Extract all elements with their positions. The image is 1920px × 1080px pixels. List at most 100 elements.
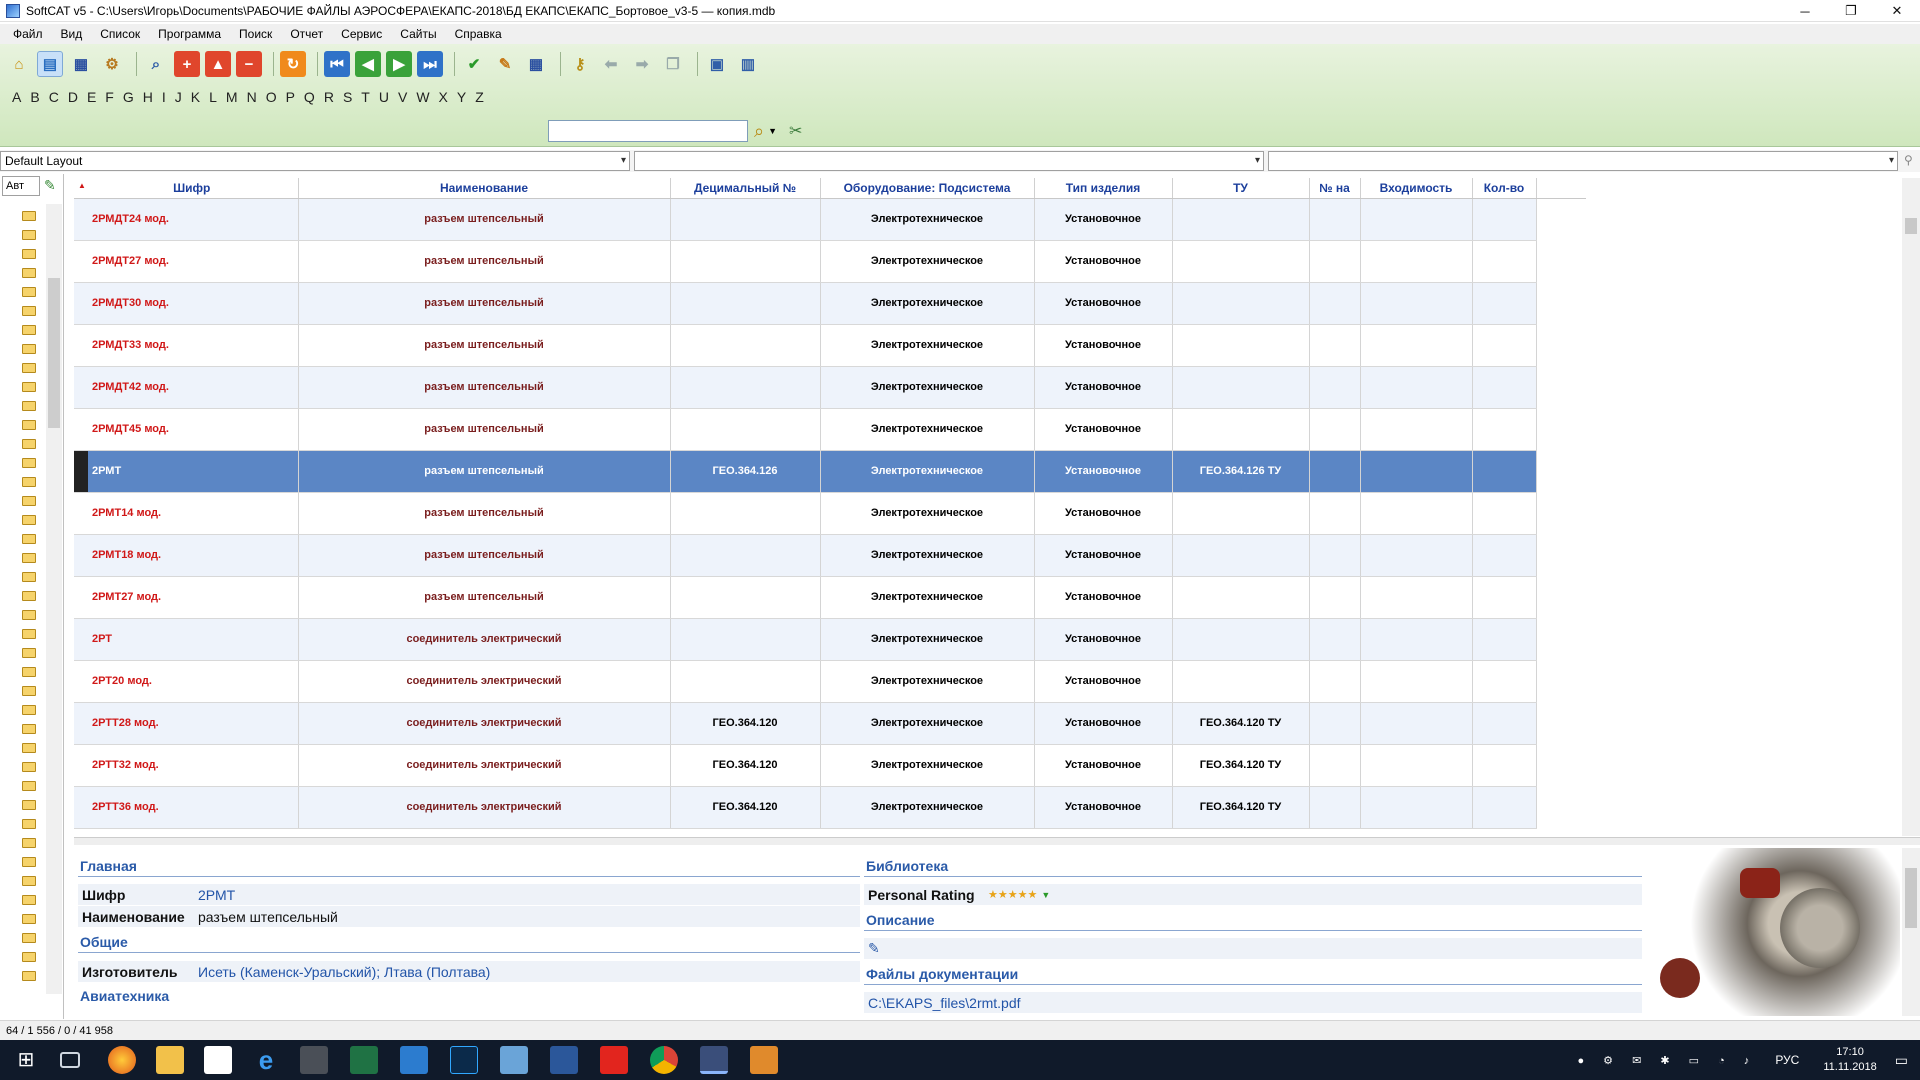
folder-icon[interactable]: [8, 282, 36, 301]
tray-icons[interactable]: ● ⚙ ✉ ✱ ▭ ◔ ♪: [1577, 1054, 1757, 1067]
folder-icon[interactable]: [8, 909, 36, 928]
menu-sites[interactable]: Сайты: [391, 27, 445, 41]
folder-icon[interactable]: [8, 244, 36, 263]
softcat-icon[interactable]: [700, 1046, 728, 1074]
grid-view-icon[interactable]: ▦: [523, 51, 549, 77]
task-view-icon[interactable]: [60, 1052, 80, 1068]
tool-app-icon[interactable]: [300, 1046, 328, 1074]
folder-icon[interactable]: [8, 928, 36, 947]
windows-icon[interactable]: ❐: [660, 51, 686, 77]
folder-icon[interactable]: [8, 852, 36, 871]
column-header-type[interactable]: Тип изделия: [1034, 178, 1173, 199]
alpha-letter[interactable]: I: [162, 89, 166, 105]
chrome-icon[interactable]: [650, 1046, 678, 1074]
alpha-letter[interactable]: F: [105, 89, 114, 105]
folder-icon[interactable]: [8, 263, 36, 282]
alpha-letter[interactable]: C: [49, 89, 59, 105]
field-code-value[interactable]: 2РМТ: [198, 887, 235, 903]
firefox-icon[interactable]: [108, 1046, 136, 1074]
table-row[interactable]: 2РМДТ30 мод. разъем штепсельный Электротех…: [74, 282, 1586, 325]
alpha-letter[interactable]: O: [266, 89, 277, 105]
menu-view[interactable]: Вид: [52, 27, 92, 41]
alpha-letter[interactable]: J: [175, 89, 182, 105]
clock[interactable]: 17:10 11.11.2018: [1823, 1045, 1876, 1075]
filter-select-1[interactable]: ▾: [634, 151, 1264, 171]
alpha-letter[interactable]: R: [324, 89, 334, 105]
folder-icon[interactable]: [8, 757, 36, 776]
column-header-name[interactable]: Наименование: [298, 178, 671, 199]
tree-scrollbar[interactable]: [46, 204, 62, 994]
table-row[interactable]: 2РМДТ24 мод. разъем штепсельный Электротех…: [74, 198, 1586, 241]
file-explorer-icon[interactable]: [156, 1046, 184, 1074]
folder-icon[interactable]: [8, 643, 36, 662]
menu-report[interactable]: Отчет: [281, 27, 332, 41]
alpha-letter[interactable]: L: [209, 89, 217, 105]
folder-icon[interactable]: [8, 510, 36, 529]
store-icon[interactable]: [204, 1046, 232, 1074]
key-icon[interactable]: ⚷: [567, 51, 593, 77]
folder-icon[interactable]: [8, 871, 36, 890]
details-scrollbar[interactable]: [1902, 848, 1920, 1016]
tree-filter-icon[interactable]: ✎: [44, 177, 56, 194]
menu-help[interactable]: Справка: [446, 27, 511, 41]
folder-icon[interactable]: [8, 396, 36, 415]
table-row-selected[interactable]: 2РМТ разъем штепсельный ГЕО.364.126 Электро…: [74, 450, 1586, 493]
alpha-letter[interactable]: K: [191, 89, 200, 105]
scrollbar-thumb[interactable]: [1905, 868, 1917, 928]
edit-note-icon[interactable]: ✎: [868, 940, 880, 957]
table-row[interactable]: 2РМТ14 мод. разъем штепсельный Электротехн…: [74, 492, 1586, 535]
up-red-icon[interactable]: ▲: [205, 51, 231, 77]
alpha-letter[interactable]: A: [12, 89, 21, 105]
clear-filter-icon[interactable]: ✂: [789, 121, 802, 141]
field-maker-value[interactable]: Исеть (Каменск-Уральский); Лтава (Полтав…: [198, 964, 490, 980]
table-row[interactable]: 2РТ соединитель электрический Электротехни…: [74, 618, 1586, 661]
folder-icon[interactable]: [8, 339, 36, 358]
rating-stars-icon[interactable]: ★★★★★: [988, 888, 1037, 901]
word-icon[interactable]: [550, 1046, 578, 1074]
alpha-letter[interactable]: U: [379, 89, 389, 105]
folder-icon[interactable]: [8, 567, 36, 586]
alpha-letter[interactable]: Y: [457, 89, 466, 105]
close-button[interactable]: ✕: [1874, 0, 1920, 22]
alpha-letter[interactable]: D: [68, 89, 78, 105]
folder-icon[interactable]: [8, 225, 36, 244]
prev-record-icon[interactable]: ◀: [355, 51, 381, 77]
table-row[interactable]: 2РТТ28 мод. соединитель электрический ГЕО.…: [74, 702, 1586, 745]
notifications-icon[interactable]: ▭: [1895, 1052, 1908, 1069]
folder-icon[interactable]: [8, 453, 36, 472]
folder-icon[interactable]: [8, 814, 36, 833]
app-icon[interactable]: [400, 1046, 428, 1074]
folder-icon[interactable]: [8, 890, 36, 909]
edge-icon[interactable]: e: [252, 1046, 280, 1074]
alpha-letter[interactable]: M: [226, 89, 238, 105]
folder-icon[interactable]: [8, 738, 36, 757]
folder-icon[interactable]: [8, 681, 36, 700]
pdf-icon[interactable]: [600, 1046, 628, 1074]
column-header-inclusion[interactable]: Входимость: [1360, 178, 1473, 199]
folder-icon[interactable]: [8, 434, 36, 453]
media-player-icon[interactable]: [750, 1046, 778, 1074]
table-row[interactable]: 2РМТ27 мод. разъем штепсельный Электротехн…: [74, 576, 1586, 619]
alpha-letter[interactable]: Z: [475, 89, 484, 105]
layout-select[interactable]: Default Layout ▾: [0, 151, 630, 171]
checkmark-icon[interactable]: ✔: [461, 51, 487, 77]
menu-service[interactable]: Сервис: [332, 27, 391, 41]
app-icon[interactable]: [500, 1046, 528, 1074]
folder-icon[interactable]: [8, 662, 36, 681]
chart-icon[interactable]: ▥: [735, 51, 761, 77]
menu-file[interactable]: Файл: [4, 27, 52, 41]
column-header-tu[interactable]: ТУ: [1172, 178, 1310, 199]
folder-icon[interactable]: [8, 358, 36, 377]
folder-icon[interactable]: [8, 320, 36, 339]
scrollbar-thumb[interactable]: [48, 278, 60, 428]
column-header-number[interactable]: № на: [1309, 178, 1361, 199]
folder-icon[interactable]: [8, 415, 36, 434]
folder-icon[interactable]: [8, 719, 36, 738]
tree-mode-select[interactable]: Авт: [2, 176, 40, 196]
database-icon[interactable]: ▤: [37, 51, 63, 77]
column-header-code[interactable]: ▲ Шифр: [74, 178, 299, 199]
grid-scrollbar[interactable]: [1902, 178, 1920, 836]
windows-start-icon[interactable]: ⊞: [12, 1046, 40, 1074]
photoshop-icon[interactable]: [450, 1046, 478, 1074]
forward-arrow-icon[interactable]: ➡: [629, 51, 655, 77]
